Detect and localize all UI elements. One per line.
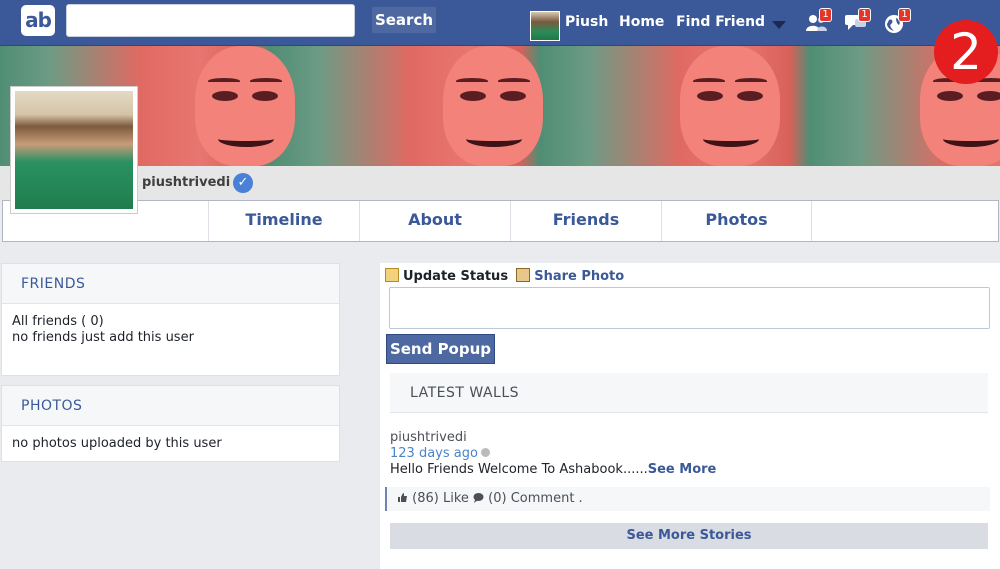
user-avatar[interactable] [530, 11, 560, 41]
status-textarea[interactable] [389, 287, 990, 329]
verified-icon: ✓ [233, 173, 253, 193]
notifications-button[interactable]: 1 [880, 8, 914, 38]
tab-friends[interactable]: Friends [510, 201, 661, 241]
photo-icon [516, 268, 531, 282]
mask-image [655, 46, 805, 166]
friends-panel: FRIENDS All friends ( 0) no friends just… [1, 263, 340, 376]
profile-photo [15, 91, 133, 209]
search-button[interactable]: Search [371, 6, 437, 34]
friends-panel-title: FRIENDS [2, 264, 339, 304]
user-profile-link[interactable]: Piush [565, 14, 608, 30]
comment-icon [473, 493, 484, 503]
post-actions: (86) Like (0) Comment . [385, 487, 990, 511]
see-more-link[interactable]: See More [648, 462, 717, 477]
composer-options: Update Status Share Photo [385, 268, 624, 288]
post-text: Hello Friends Welcome To Ashabook......S… [390, 462, 717, 477]
mask-image [418, 46, 568, 166]
messages-count-badge: 1 [858, 8, 871, 22]
chevron-down-icon[interactable] [772, 21, 786, 29]
photos-panel-title: PHOTOS [2, 386, 339, 426]
search-input[interactable] [66, 4, 355, 37]
tab-about[interactable]: About [359, 201, 510, 241]
find-friend-link[interactable]: Find Friend [676, 14, 765, 30]
comment-button[interactable]: (0) Comment . [473, 491, 583, 506]
app-logo[interactable]: ab [21, 5, 55, 36]
top-navigation-bar: ab Search Piush Home Find Friend 1 1 1 [0, 0, 1000, 46]
tab-timeline[interactable]: Timeline [208, 201, 359, 241]
like-button[interactable]: (86) Like [397, 491, 473, 506]
cover-photo [0, 46, 1000, 166]
profile-picture[interactable] [10, 86, 138, 214]
photos-panel: PHOTOS no photos uploaded by this user [1, 385, 340, 462]
profile-tabs: Timeline About Friends Photos [2, 200, 999, 242]
friends-empty-text: no friends just add this user [12, 330, 194, 345]
number-badge-overlay: 2 [934, 20, 998, 84]
main-feed: Update Status Share Photo Send Popup LAT… [380, 263, 1000, 569]
tab-photos[interactable]: Photos [661, 201, 812, 241]
friend-requests-button[interactable]: 1 [801, 8, 835, 38]
see-more-stories-button[interactable]: See More Stories [390, 523, 988, 549]
home-link[interactable]: Home [619, 14, 664, 30]
friends-count: All friends ( 0) [12, 314, 104, 329]
thumbs-up-icon [398, 493, 407, 502]
notifications-count-badge: 1 [898, 8, 911, 22]
post-timestamp[interactable]: 123 days ago [390, 446, 490, 461]
share-photo-tab[interactable]: Share Photo [534, 269, 624, 284]
latest-walls-title: LATEST WALLS [390, 373, 988, 413]
post-author[interactable]: piushtrivedi [390, 430, 467, 445]
friends-count-badge: 1 [819, 8, 832, 22]
messages-button[interactable]: 1 [840, 8, 874, 38]
photos-empty-text: no photos uploaded by this user [12, 436, 222, 451]
public-globe-icon [480, 448, 490, 457]
update-status-tab[interactable]: Update Status [403, 269, 508, 284]
mask-image [170, 46, 320, 166]
send-popup-button[interactable]: Send Popup [386, 334, 495, 364]
profile-username[interactable]: piushtrivedi [142, 175, 230, 190]
note-icon [385, 268, 399, 282]
